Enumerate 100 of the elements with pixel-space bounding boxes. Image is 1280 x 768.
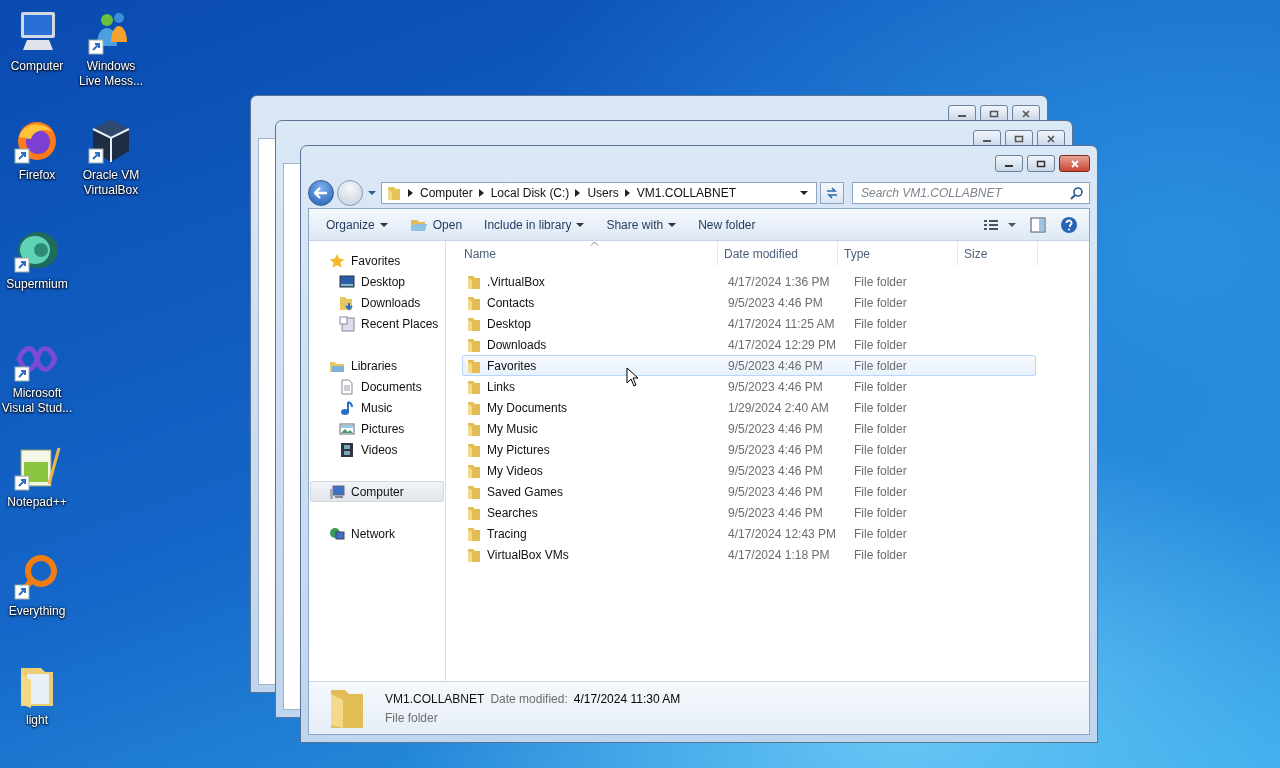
- dropdown-caret-icon[interactable]: [800, 190, 808, 196]
- dropdown-caret-icon: [576, 221, 585, 228]
- file-row[interactable]: My Music 9/5/2023 4:46 PM File folder: [462, 418, 1036, 439]
- type-cell-text: File folder: [853, 525, 908, 543]
- desktop-icon-label[interactable]: Notepad++: [1, 495, 73, 510]
- date-cell-text: 9/5/2023 4:46 PM: [727, 483, 824, 501]
- file-row[interactable]: Links 9/5/2023 4:46 PM File folder: [462, 376, 1036, 397]
- file-name: Searches: [487, 505, 538, 520]
- column-header[interactable]: Size: [958, 241, 1038, 266]
- file-row[interactable]: Contacts 9/5/2023 4:46 PM File folder: [462, 292, 1036, 313]
- breadcrumb-item[interactable]: Computer: [420, 186, 473, 200]
- toolbar-button[interactable]: Open: [400, 212, 472, 237]
- nav-item[interactable]: Recent Places: [310, 313, 444, 334]
- column-header[interactable]: Type: [838, 241, 958, 266]
- toolbar-button[interactable]: Include in library: [475, 213, 594, 236]
- chevron-icon[interactable]: [478, 189, 485, 197]
- breadcrumb-item[interactable]: VM1.COLLABNET: [636, 186, 737, 200]
- column-header[interactable]: Date modified: [718, 241, 838, 266]
- refresh-icon: [824, 186, 840, 200]
- folder-icon: [466, 294, 482, 311]
- file-row[interactable]: VirtualBox VMs 4/17/2024 1:18 PM File folder: [462, 544, 1036, 565]
- desktop-icon-label[interactable]: Oracle VM VirtualBox: [75, 168, 147, 198]
- chevron-icon[interactable]: [624, 189, 631, 197]
- close-icon: [1046, 134, 1056, 143]
- file-row[interactable]: .VirtualBox 4/17/2024 1:36 PM File folder: [462, 271, 1036, 292]
- nav-item[interactable]: Downloads: [310, 292, 444, 313]
- recent-pages-caret-icon[interactable]: [368, 190, 376, 196]
- date-cell-text: 9/5/2023 4:46 PM: [727, 294, 824, 312]
- nav-item[interactable]: Videos: [310, 439, 444, 460]
- file-row[interactable]: Favorites 9/5/2023 4:46 PM File folder: [462, 355, 1036, 376]
- folder-icon: [466, 357, 482, 374]
- nav-item[interactable]: Libraries: [310, 355, 444, 376]
- refresh-button[interactable]: [820, 182, 844, 204]
- file-name: VirtualBox VMs: [487, 547, 569, 562]
- dropdown-caret-icon: [668, 221, 677, 228]
- file-row[interactable]: My Videos 9/5/2023 4:46 PM File folder: [462, 460, 1036, 481]
- chevron-icon[interactable]: [575, 189, 582, 197]
- type-cell-text: File folder: [853, 546, 908, 564]
- breadcrumb-item[interactable]: Users: [587, 186, 619, 200]
- documents-icon: [339, 378, 355, 395]
- search-field[interactable]: Search VM1.COLLABNET: [852, 182, 1090, 204]
- minimize-button[interactable]: [995, 155, 1023, 172]
- file-row[interactable]: Desktop 4/17/2024 11:25 AM File folder: [462, 313, 1036, 334]
- file-row[interactable]: My Pictures 9/5/2023 4:46 PM File folder: [462, 439, 1036, 460]
- chevron-icon[interactable]: [408, 189, 414, 197]
- close-icon: [1069, 159, 1080, 168]
- desktop-icon-label[interactable]: Supermium: [1, 277, 73, 292]
- file-row[interactable]: Tracing 4/17/2024 12:43 PM File folder: [462, 523, 1036, 544]
- folder-icon: [466, 483, 482, 500]
- folder-icon: [466, 441, 482, 458]
- file-name: My Documents: [487, 400, 568, 415]
- toolbar-button[interactable]: Organize: [317, 213, 397, 236]
- folder-icon: [466, 273, 482, 290]
- date-cell-text: 9/5/2023 4:46 PM: [727, 504, 824, 522]
- address-bar[interactable]: Computer Local Disk (C:) Users VM1.COLLABNET: [381, 182, 817, 204]
- type-cell-text: File folder: [853, 294, 908, 312]
- file-row[interactable]: Downloads 4/17/2024 12:29 PM File folder: [462, 334, 1036, 355]
- breadcrumb-item[interactable]: Local Disk (C:): [490, 186, 570, 200]
- desktop-icon-label[interactable]: Computer: [1, 59, 73, 74]
- desktop-icon-label[interactable]: Everything: [1, 604, 73, 619]
- nav-item[interactable]: Pictures: [310, 418, 444, 439]
- details-label: Date modified:: [490, 691, 568, 706]
- file-name: My Videos: [487, 463, 543, 478]
- file-row[interactable]: My Documents 1/29/2024 2:40 AM File folder: [462, 397, 1036, 418]
- toolbar-button[interactable]: Share with: [597, 213, 686, 236]
- star-icon: [329, 252, 345, 269]
- folder-icon: [466, 525, 482, 542]
- music-icon: [339, 399, 355, 416]
- file-row[interactable]: Saved Games 9/5/2023 4:46 PM File folder: [462, 481, 1036, 502]
- type-cell-text: File folder: [853, 336, 908, 354]
- type-cell-text: File folder: [853, 357, 908, 375]
- maximize-icon: [1014, 134, 1024, 143]
- file-name: My Pictures: [487, 442, 550, 457]
- close-button[interactable]: [1059, 155, 1090, 172]
- nav-item[interactable]: Computer: [310, 481, 444, 502]
- column-header[interactable]: Name: [462, 241, 718, 266]
- maximize-button[interactable]: [1027, 155, 1055, 172]
- date-cell-text: 9/5/2023 4:46 PM: [727, 420, 824, 438]
- desktop-icon-label[interactable]: Windows Live Mess...: [75, 59, 147, 89]
- folder-icon: [466, 336, 482, 353]
- search-icon[interactable]: [1070, 186, 1084, 200]
- date-cell-text: 4/17/2024 1:36 PM: [727, 273, 831, 291]
- nav-item[interactable]: Network: [310, 523, 444, 544]
- nav-item[interactable]: Documents: [310, 376, 444, 397]
- type-cell-text: File folder: [853, 504, 908, 522]
- nav-item[interactable]: Favorites: [310, 250, 444, 271]
- nav-item[interactable]: Desktop: [310, 271, 444, 292]
- date-cell-text: 1/29/2024 2:40 AM: [727, 399, 830, 417]
- type-cell-text: File folder: [853, 378, 908, 396]
- desktop-icon: [339, 273, 355, 290]
- back-button[interactable]: [308, 180, 334, 206]
- desktop-icon-label[interactable]: light: [1, 713, 73, 728]
- nav-item[interactable]: Music: [310, 397, 444, 418]
- videos-icon: [339, 441, 355, 458]
- file-name: Downloads: [487, 337, 547, 352]
- toolbar-button[interactable]: New folder: [689, 213, 765, 236]
- folder-icon: [466, 420, 482, 437]
- file-row[interactable]: Searches 9/5/2023 4:46 PM File folder: [462, 502, 1036, 523]
- desktop-icon-label[interactable]: Microsoft Visual Stud...: [1, 386, 73, 416]
- desktop-icon-label[interactable]: Firefox: [1, 168, 73, 183]
